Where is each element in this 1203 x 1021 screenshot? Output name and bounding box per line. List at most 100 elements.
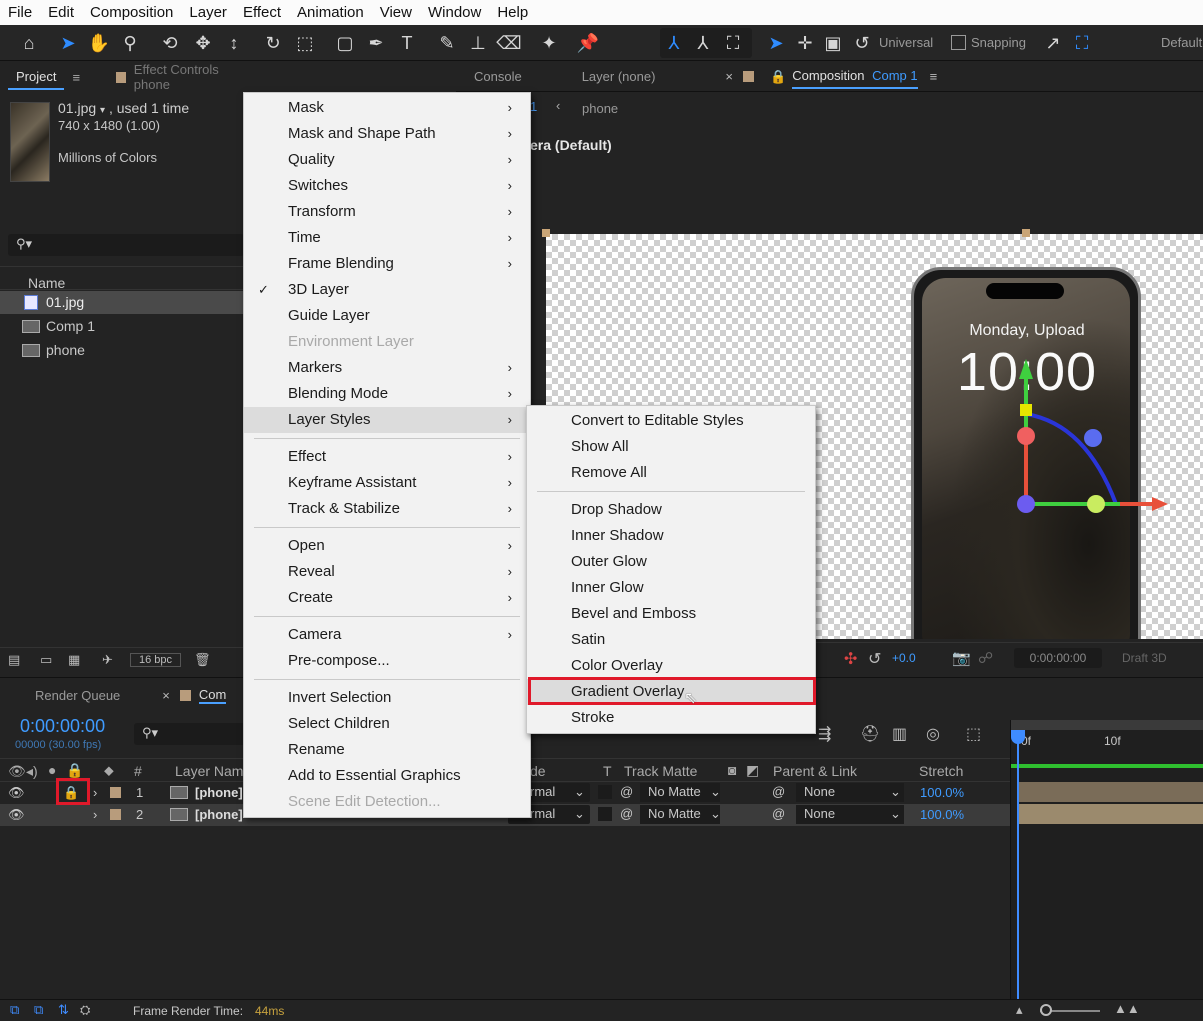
- layer-bar-2[interactable]: [1017, 804, 1203, 824]
- lock-switch-icon[interactable]: 🔒: [66, 762, 83, 779]
- graph-editor-icon[interactable]: ⬚: [966, 724, 981, 744]
- project-item[interactable]: Comp 1: [0, 315, 244, 338]
- orbit-tool-icon[interactable]: ⟲: [157, 30, 183, 56]
- menu-window[interactable]: Window: [420, 4, 489, 21]
- local-axis-icon[interactable]: ⅄: [661, 30, 687, 56]
- tab-layer[interactable]: Layer (none): [582, 69, 656, 84]
- tab-render-queue[interactable]: Render Queue: [35, 688, 120, 703]
- menu-view[interactable]: View: [372, 4, 420, 21]
- stretch-value[interactable]: 100.0%: [920, 785, 964, 800]
- rectangle-tool-icon[interactable]: ▢: [332, 30, 358, 56]
- menu-item-3d-layer[interactable]: ✓ 3D Layer: [244, 277, 530, 303]
- anchor-point[interactable]: [1017, 495, 1035, 513]
- menu-item-quality[interactable]: Quality ›: [244, 147, 530, 173]
- menu-layer[interactable]: Layer: [181, 4, 235, 21]
- timeline-timecode[interactable]: 0:00:00:00: [20, 716, 105, 737]
- menu-item-add-to-essential-graphics[interactable]: Add to Essential Graphics: [244, 763, 530, 789]
- parent-pick-whip-icon[interactable]: @: [772, 806, 785, 821]
- menu-item-mask-and-shape-path[interactable]: Mask and Shape Path ›: [244, 121, 530, 147]
- submenu-item-satin[interactable]: Satin: [527, 627, 815, 653]
- roto-brush-tool-icon[interactable]: ✦: [536, 30, 562, 56]
- submenu-item-color-overlay[interactable]: Color Overlay: [527, 653, 815, 679]
- project-item[interactable]: phone: [0, 339, 244, 362]
- adjust-settings-icon[interactable]: ✈: [102, 652, 113, 668]
- transform-gizmo[interactable]: [946, 354, 1186, 524]
- snap-grid-icon[interactable]: ⛶: [1069, 30, 1095, 56]
- z-rotation-dot[interactable]: [1017, 427, 1035, 445]
- close-icon[interactable]: ×: [725, 69, 733, 84]
- submenu-item-remove-all[interactable]: Remove All: [527, 460, 815, 486]
- world-axis-icon[interactable]: ⅄: [690, 30, 716, 56]
- viewer-timecode[interactable]: 0:00:00:00: [1014, 648, 1102, 668]
- pick-whip-icon[interactable]: @: [620, 806, 633, 821]
- menu-item-keyframe-assistant[interactable]: Keyframe Assistant ›: [244, 470, 530, 496]
- close-icon[interactable]: ×: [162, 688, 170, 703]
- hand-tool-icon[interactable]: ✋: [86, 30, 112, 56]
- menu-item-time[interactable]: Time ›: [244, 225, 530, 251]
- parent-dropdown[interactable]: None: [796, 783, 904, 802]
- zoom-out-icon[interactable]: ▴: [1016, 1002, 1023, 1018]
- snapping-checkbox[interactable]: [951, 35, 966, 50]
- new-folder-icon[interactable]: ▭: [40, 652, 52, 668]
- menu-item-frame-blending[interactable]: Frame Blending ›: [244, 251, 530, 277]
- snap-options-icon[interactable]: ↗: [1040, 30, 1066, 56]
- puppet-pin-tool-icon[interactable]: 📌: [575, 30, 601, 56]
- layer-bounding-handle[interactable]: [542, 229, 550, 237]
- comp-name[interactable]: Comp 1: [872, 68, 918, 83]
- track-matte-dropdown[interactable]: No Matte: [640, 783, 720, 802]
- motion-blur-icon[interactable]: ◎: [926, 724, 940, 744]
- dolly-tool-icon[interactable]: ↕: [221, 30, 247, 56]
- submenu-item-show-all[interactable]: Show All: [527, 434, 815, 460]
- render-time-icon[interactable]: ⛭: [80, 1002, 90, 1018]
- y-scale-handle[interactable]: [1020, 404, 1032, 416]
- universal-move-icon[interactable]: ➤: [763, 30, 789, 56]
- rotate-tool-icon[interactable]: ↻: [260, 30, 286, 56]
- show-snapshot-icon[interactable]: ☍: [978, 649, 993, 667]
- scale-gizmo-icon[interactable]: ▣: [820, 30, 846, 56]
- column-stretch[interactable]: Stretch: [919, 763, 963, 779]
- tab-project[interactable]: Project: [8, 65, 65, 90]
- tab-console[interactable]: Console: [474, 69, 522, 84]
- expand-chevron-icon[interactable]: ›: [93, 807, 97, 822]
- layer-color-swatch[interactable]: [110, 787, 121, 798]
- parent-dropdown[interactable]: None: [796, 805, 904, 824]
- menu-animation[interactable]: Animation: [289, 4, 372, 21]
- pan-behind-tool-icon[interactable]: ⬚: [292, 30, 318, 56]
- home-icon[interactable]: ⌂: [16, 30, 42, 56]
- column-mode[interactable]: de: [530, 763, 546, 779]
- visibility-eye-icon[interactable]: 👁: [8, 807, 25, 823]
- menu-item-rename[interactable]: Rename: [244, 737, 530, 763]
- transfer-controls-icon[interactable]: ⧉: [34, 1002, 43, 1018]
- exposure-value[interactable]: +0.0: [892, 651, 916, 665]
- clone-stamp-tool-icon[interactable]: ⊥: [465, 30, 491, 56]
- menu-item-reveal[interactable]: Reveal ›: [244, 559, 530, 585]
- rotate-gizmo-icon[interactable]: ↺: [849, 30, 875, 56]
- tab-effect-controls[interactable]: Effect Controls phone: [134, 62, 244, 92]
- in-out-icon[interactable]: ⇅: [58, 1002, 69, 1018]
- video-switch-icon[interactable]: 👁: [8, 763, 26, 780]
- submenu-item-outer-glow[interactable]: Outer Glow: [527, 549, 815, 575]
- submenu-item-inner-shadow[interactable]: Inner Shadow: [527, 523, 815, 549]
- new-composition-icon[interactable]: ▦: [68, 652, 80, 668]
- workspace-label[interactable]: Default: [1161, 35, 1202, 50]
- pen-tool-icon[interactable]: ✒: [363, 30, 389, 56]
- trash-icon[interactable]: 🗑: [194, 652, 211, 668]
- layer-bounding-handle[interactable]: [1022, 229, 1030, 237]
- layer-bar-1[interactable]: [1017, 782, 1203, 802]
- time-graph[interactable]: 0f 10f: [1010, 720, 1203, 1000]
- timeline-search-input[interactable]: ⚲▾: [134, 723, 254, 745]
- parent-pick-whip-icon[interactable]: @: [772, 784, 785, 799]
- interpret-footage-icon[interactable]: ▤: [8, 652, 20, 668]
- column-track-matte[interactable]: Track Matte: [624, 763, 697, 779]
- breadcrumb-layer[interactable]: phone: [582, 101, 618, 116]
- channel-icon[interactable]: ✣: [844, 649, 857, 669]
- submenu-item-bevel-and-emboss[interactable]: Bevel and Emboss: [527, 601, 815, 627]
- snapshot-icon[interactable]: 📷: [952, 649, 971, 667]
- menu-item-layer-styles[interactable]: Layer Styles ›: [244, 407, 530, 433]
- menu-item-camera[interactable]: Camera ›: [244, 622, 530, 648]
- renderer-label[interactable]: Draft 3D: [1122, 651, 1167, 665]
- menu-item-guide-layer[interactable]: Guide Layer: [244, 303, 530, 329]
- bit-depth-button[interactable]: 16 bpc: [130, 653, 182, 667]
- column-layer-name[interactable]: Layer Nam: [175, 763, 243, 779]
- x-rotation-dot[interactable]: [1087, 495, 1105, 513]
